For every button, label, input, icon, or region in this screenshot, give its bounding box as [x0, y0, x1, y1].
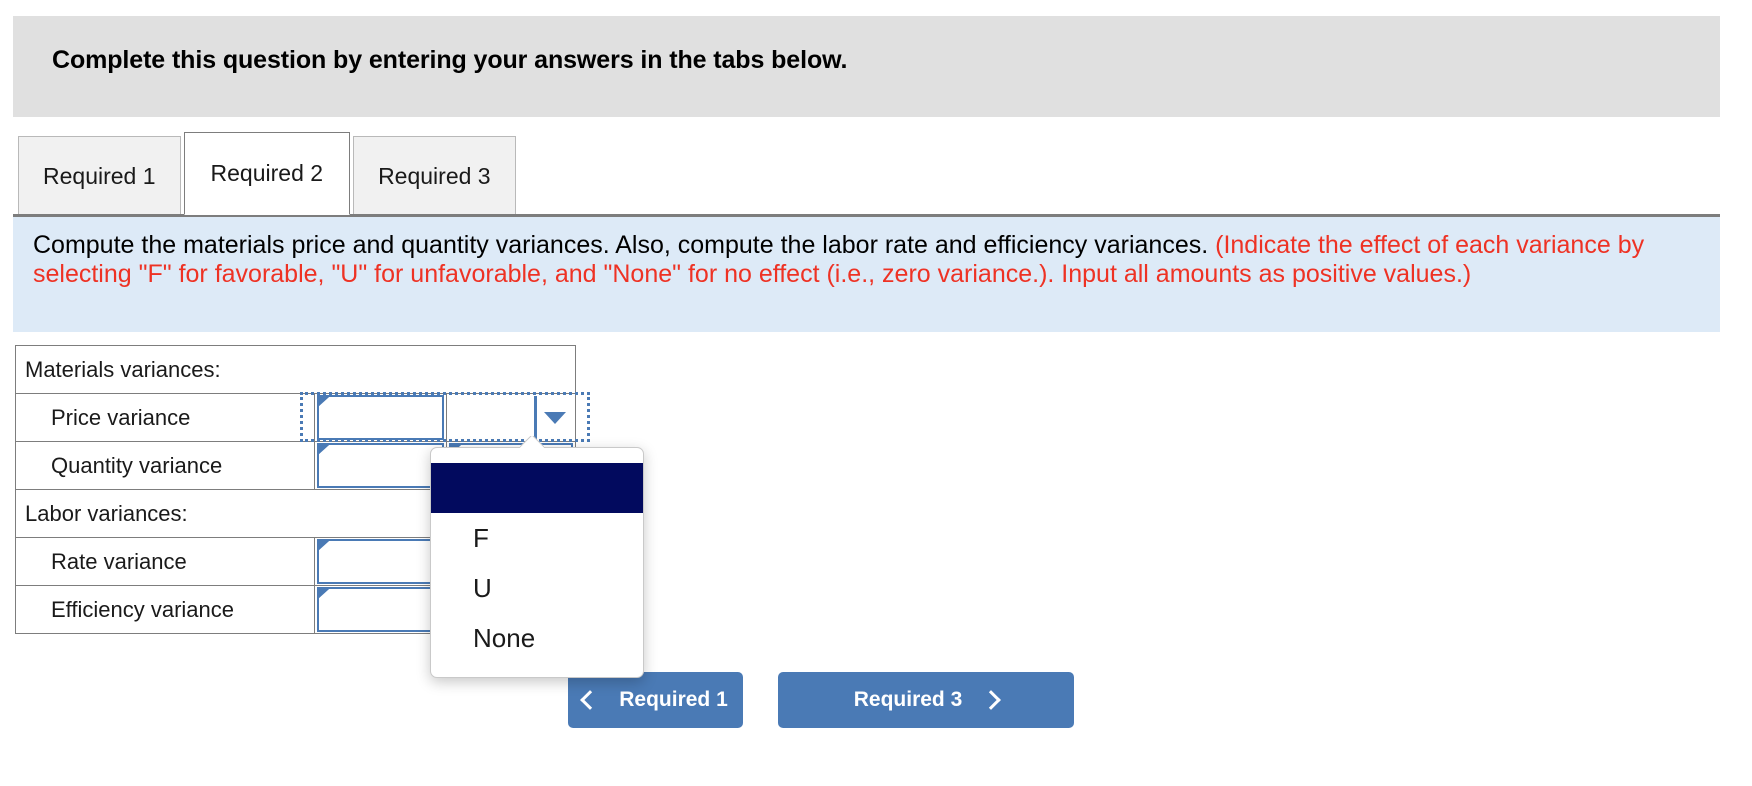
dropdown-option-u[interactable]: U [431, 563, 643, 613]
row-label-labor-section: Labor variances: [15, 489, 447, 538]
table-row: Materials variances: [15, 345, 577, 394]
dropdown-option-blank[interactable] [431, 463, 643, 513]
row-label-rate-variance: Rate variance [15, 537, 315, 586]
row-label-quantity-variance: Quantity variance [15, 441, 315, 490]
instruction-black-text: Compute the materials price and quantity… [33, 231, 1216, 259]
banner-title: Complete this question by entering your … [52, 46, 848, 74]
next-required-label: Required 3 [853, 688, 963, 711]
quantity-variance-amount-input[interactable] [316, 443, 444, 488]
efficiency-variance-amount-input[interactable] [316, 587, 444, 632]
dropdown-option-f[interactable]: F [431, 513, 643, 563]
price-variance-amount-input[interactable] [316, 395, 444, 440]
efficiency-variance-amount-cell[interactable] [313, 585, 447, 634]
row-label-price-variance: Price variance [15, 393, 315, 442]
chevron-left-icon [580, 690, 601, 710]
tab-required-2[interactable]: Required 2 [183, 132, 351, 215]
instruction-panel: Compute the materials price and quantity… [13, 214, 1720, 332]
quantity-variance-amount-cell[interactable] [313, 441, 447, 490]
rate-variance-amount-input[interactable] [316, 539, 444, 584]
tab-required-3[interactable]: Required 3 [353, 136, 516, 215]
price-variance-effect-select[interactable] [449, 396, 572, 439]
dropdown-option-none[interactable]: None [431, 613, 643, 663]
previous-required-label: Required 1 [619, 688, 728, 711]
row-label-efficiency-variance: Efficiency variance [15, 585, 315, 634]
chevron-down-icon[interactable] [534, 396, 572, 439]
tab-bar: Required 1 Required 2 Required 3 [18, 132, 519, 215]
next-required-button[interactable]: Required 3 [778, 672, 1074, 728]
tab-required-1[interactable]: Required 1 [18, 136, 181, 215]
price-variance-effect-cell[interactable] [299, 392, 590, 442]
effect-dropdown-menu[interactable]: F U None [430, 447, 644, 678]
table-row: Price variance [15, 392, 590, 442]
row-empty-cell [446, 345, 577, 394]
row-label-materials-section: Materials variances: [15, 345, 447, 394]
question-banner: Complete this question by entering your … [13, 16, 1720, 117]
previous-required-button[interactable]: Required 1 [568, 672, 743, 728]
rate-variance-amount-cell[interactable] [313, 537, 447, 586]
chevron-right-icon [981, 690, 1002, 710]
price-variance-amount-cell[interactable] [313, 393, 447, 442]
dropdown-caret-icon [520, 436, 544, 449]
